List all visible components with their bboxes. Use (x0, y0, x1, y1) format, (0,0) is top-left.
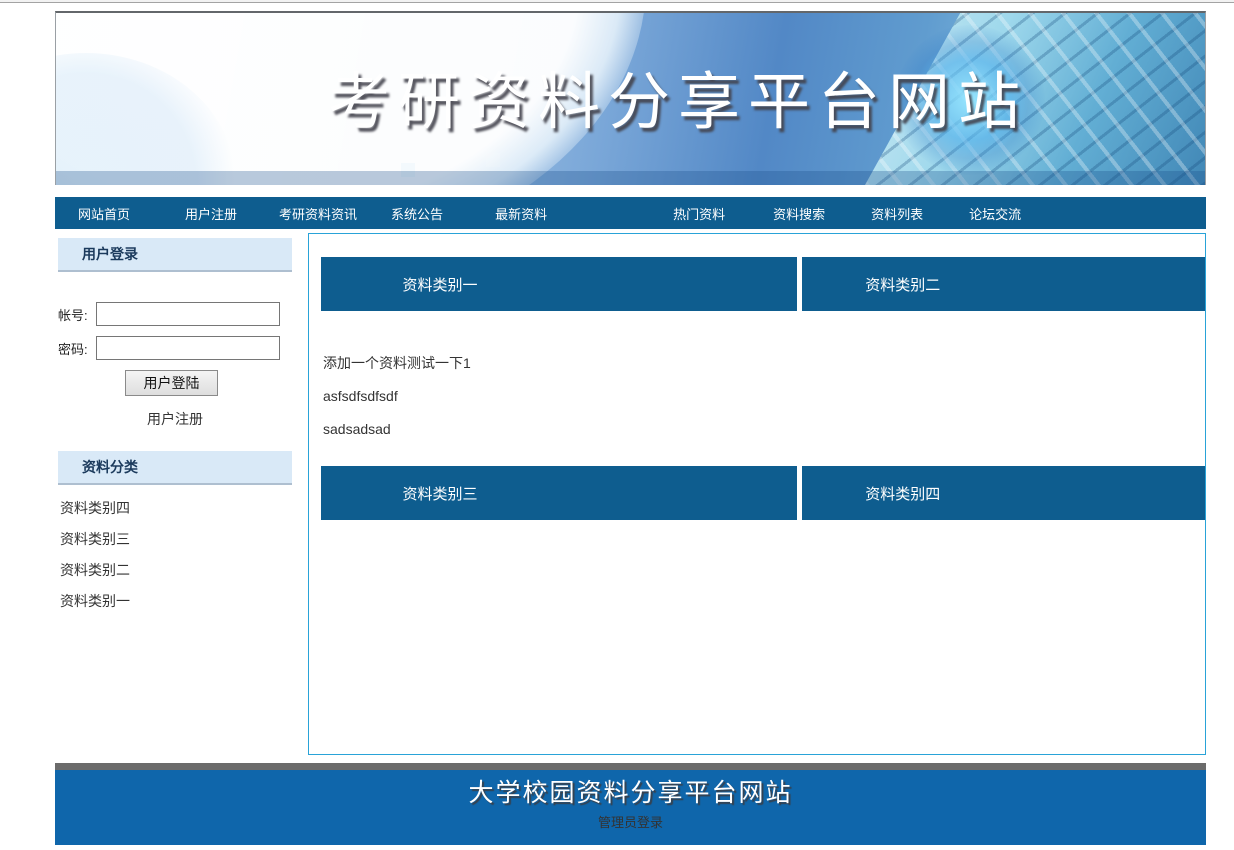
category-header-row-1: 资料类别一 资料类别二 (321, 257, 1205, 311)
nav-item-list[interactable]: 资料列表 (871, 204, 923, 223)
category-box: 资料分类 资料类别四 资料类别三 资料类别二 资料类别一 (58, 451, 292, 611)
top-divider (0, 0, 1234, 3)
category-header-1[interactable]: 资料类别一 (321, 257, 797, 311)
banner-bottom-shade (56, 171, 1205, 185)
nav-item-latest[interactable]: 最新资料 (495, 204, 547, 223)
nav-item-forum[interactable]: 论坛交流 (969, 204, 1021, 223)
register-link[interactable]: 用户注册 (58, 409, 292, 429)
banner-squares-decoration (306, 123, 320, 137)
nav-list: 网站首页 用户注册 考研资料资讯 系统公告 最新资料 热门资料 资料搜索 资料列… (55, 197, 1206, 229)
nav-item-home[interactable]: 网站首页 (78, 204, 130, 223)
footer-divider (55, 763, 1206, 770)
footer-wrap: 大学校园资料分享平台网站 管理员登录 (55, 763, 1206, 845)
category-link-4[interactable]: 资料类别四 (60, 498, 292, 518)
main-content-panel: 资料类别一 资料类别二 添加一个资料测试一下1 asfsdfsdfsdf sad… (308, 233, 1206, 755)
site-banner: 考研资料分享平台网站 (55, 11, 1206, 185)
material-list: 添加一个资料测试一下1 asfsdfsdfsdf sadsadsad (323, 356, 1205, 436)
sidebar: 用户登录 帐号: 密码: 用户登陆 用户注册 资料分类 资料类别四 资料类别三 (58, 238, 292, 622)
login-box-title: 用户登录 (58, 238, 292, 272)
footer: 大学校园资料分享平台网站 管理员登录 (55, 770, 1206, 845)
category-header-row-2: 资料类别三 资料类别四 (321, 466, 1205, 520)
login-button[interactable]: 用户登陆 (125, 370, 218, 396)
nav-item-search[interactable]: 资料搜索 (773, 204, 825, 223)
page-wrapper: 考研资料分享平台网站 网站首页 用户注册 考研资料资讯 系统公告 最新资料 热门… (55, 11, 1206, 845)
account-input[interactable] (96, 302, 280, 326)
nav-item-register[interactable]: 用户注册 (185, 204, 237, 223)
login-form: 帐号: 密码: 用户登陆 用户注册 (58, 302, 292, 429)
category-link-3[interactable]: 资料类别三 (60, 529, 292, 549)
material-item[interactable]: sadsadsad (323, 422, 1205, 436)
site-title: 考研资料分享平台网站 (328, 51, 1028, 141)
account-label: 帐号: (58, 305, 96, 324)
nav-item-announcements[interactable]: 系统公告 (391, 204, 443, 223)
category-link-2[interactable]: 资料类别二 (60, 560, 292, 580)
category-link-1[interactable]: 资料类别一 (60, 591, 292, 611)
category-header-2[interactable]: 资料类别二 (802, 257, 1205, 311)
category-header-4[interactable]: 资料类别四 (802, 466, 1205, 520)
category-header-3[interactable]: 资料类别三 (321, 466, 797, 520)
material-item[interactable]: asfsdfsdfsdf (323, 389, 1205, 403)
nav-item-news[interactable]: 考研资料资讯 (279, 204, 357, 223)
category-list: 资料类别四 资料类别三 资料类别二 资料类别一 (60, 498, 292, 611)
material-item[interactable]: 添加一个资料测试一下1 (323, 356, 1205, 370)
password-label: 密码: (58, 339, 96, 358)
footer-title: 大学校园资料分享平台网站 (55, 770, 1206, 809)
password-input[interactable] (96, 336, 280, 360)
main-navigation: 网站首页 用户注册 考研资料资讯 系统公告 最新资料 热门资料 资料搜索 资料列… (55, 197, 1206, 229)
category-box-title: 资料分类 (58, 451, 292, 485)
nav-item-hot[interactable]: 热门资料 (673, 204, 725, 223)
admin-login-link[interactable]: 管理员登录 (598, 812, 663, 831)
